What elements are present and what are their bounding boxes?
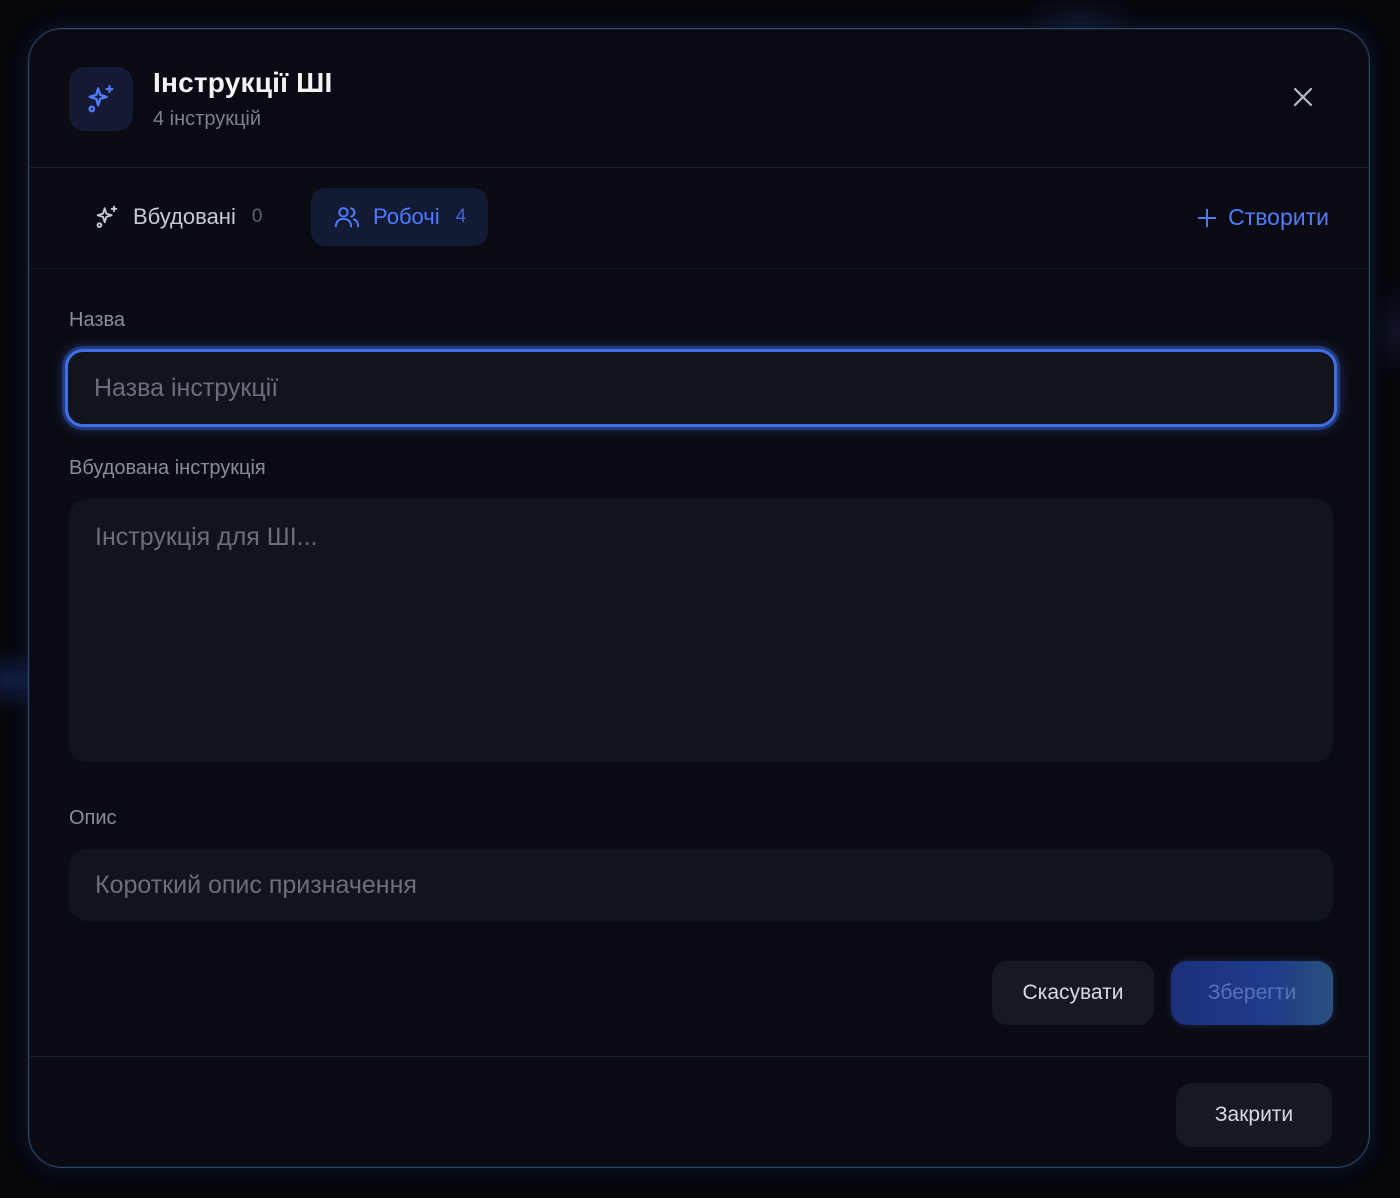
plus-icon [1196,207,1218,229]
name-label: Назва [69,309,126,331]
tab-working-count: 4 [455,206,467,227]
modal-title: Інструкції ШІ [153,67,333,98]
cancel-button[interactable]: Скасувати [992,961,1154,1025]
instructions-modal: Інструкції ШІ 4 інструкцій Вбудовані 0 Р… [28,28,1370,1168]
create-button[interactable]: Створити [1196,204,1329,231]
tab-working-label: Робочі [373,204,440,229]
close-button[interactable]: Закрити [1176,1083,1332,1147]
footer-divider [29,1056,1369,1057]
tab-builtin[interactable]: Вбудовані 0 [71,188,284,246]
sparkles-icon [69,67,133,131]
instruction-count: 4 інструкцій [153,108,262,130]
instruction-textarea[interactable] [69,499,1333,762]
users-icon [333,203,361,231]
modal-header: Інструкції ШІ 4 інструкцій [29,29,1369,168]
create-button-label: Створити [1228,204,1329,230]
tab-bar: Вбудовані 0 Робочі 4 Створити [29,168,1369,269]
tab-builtin-label: Вбудовані [133,204,236,229]
description-input[interactable] [69,849,1333,921]
instruction-label: Вбудована інструкція [69,457,266,479]
sparkles-icon [93,203,121,231]
name-input[interactable] [65,349,1337,427]
tab-working[interactable]: Робочі 4 [311,188,489,246]
description-label: Опис [69,807,117,829]
save-button[interactable]: Зберегти [1171,961,1333,1025]
close-icon[interactable] [1287,81,1319,113]
tab-builtin-count: 0 [251,206,263,227]
